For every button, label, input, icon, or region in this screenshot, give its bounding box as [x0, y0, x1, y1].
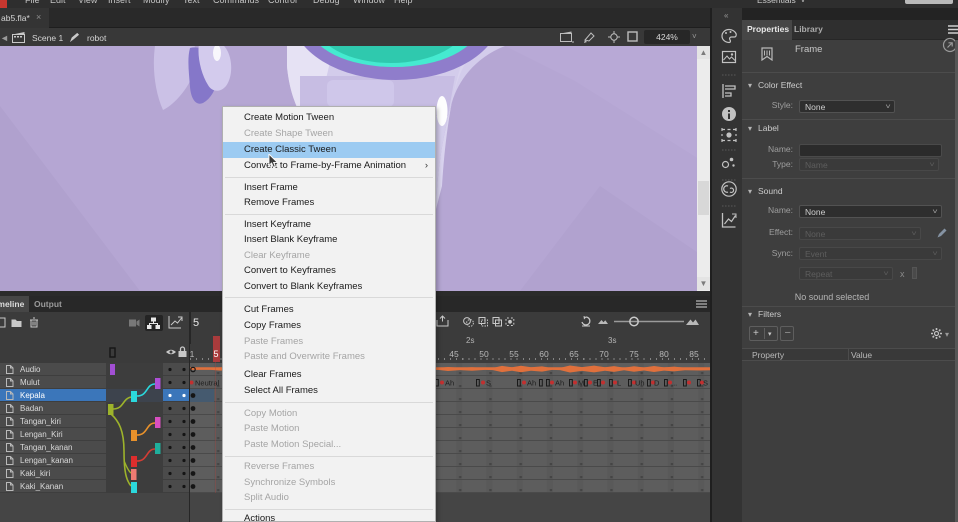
- svg-text:S: S: [486, 379, 491, 388]
- svg-text:5: 5: [193, 317, 199, 329]
- svg-text:L: L: [617, 379, 621, 388]
- svg-text:«: «: [724, 11, 729, 20]
- svg-text:Ah: Ah: [555, 379, 564, 388]
- svg-text:Ah: Ah: [445, 379, 454, 388]
- svg-text:Ah: Ah: [527, 379, 536, 388]
- svg-text:...: ...: [671, 379, 677, 388]
- svg-text:M: M: [578, 379, 584, 388]
- svg-text:S: S: [703, 379, 708, 388]
- svg-text:D: D: [654, 379, 660, 388]
- svg-text:E: E: [593, 379, 598, 388]
- svg-text:Uh: Uh: [635, 379, 645, 388]
